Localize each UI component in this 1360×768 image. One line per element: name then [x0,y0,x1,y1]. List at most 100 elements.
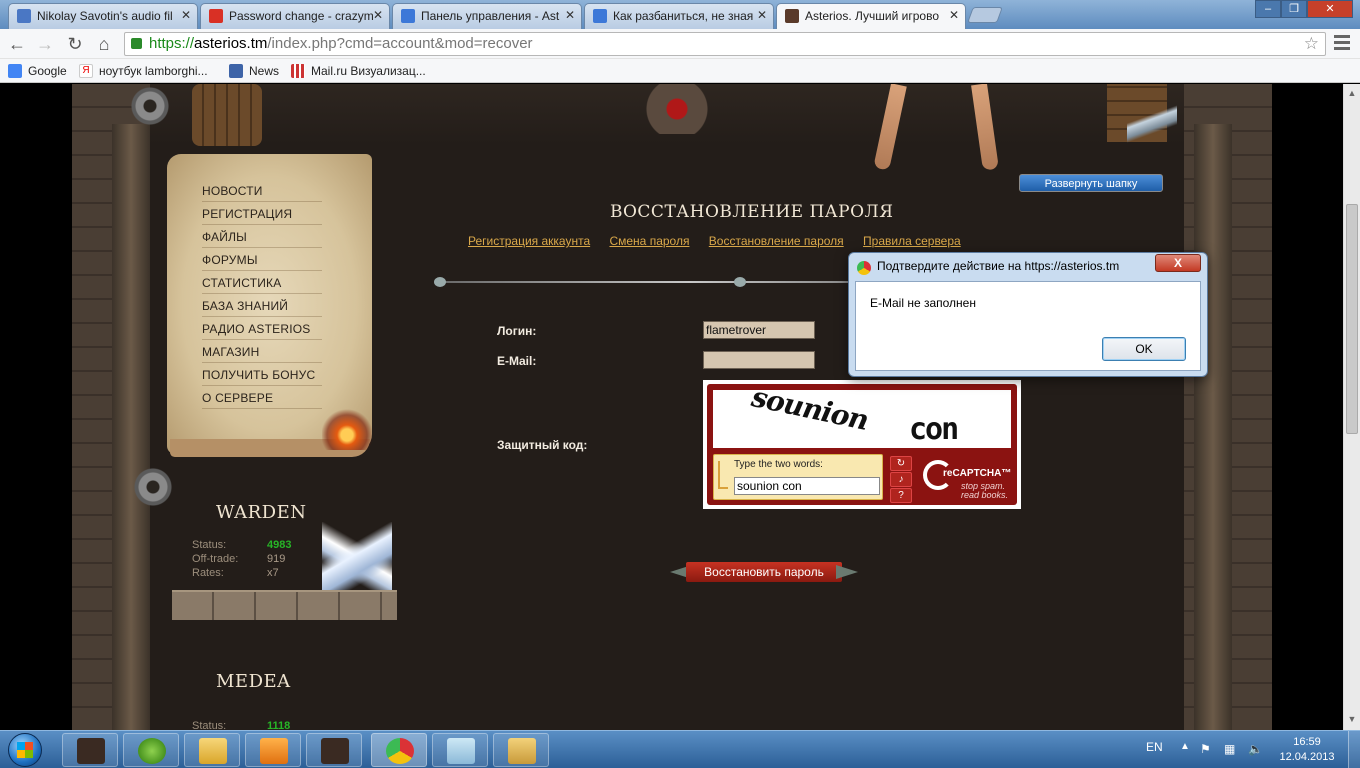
link-recover-password[interactable]: Восстановление пароля [709,234,844,248]
tab-title: Как разбаниться, не зная [613,9,754,23]
bookmark-star-icon[interactable]: ☆ [1304,33,1319,55]
clock-date: 12.04.2013 [1279,751,1335,763]
status-value: 1118 [267,720,291,730]
show-hidden-icons-icon[interactable]: ▲ [1180,741,1190,752]
refresh-icon[interactable]: ↻ [890,456,912,471]
address-bar[interactable]: https://asterios.tm/index.php?cmd=accoun… [124,32,1326,56]
link-change-password[interactable]: Смена пароля [609,234,689,248]
bookmark-mailru[interactable]: Mail.ru Визуализац... [291,63,426,79]
taskbar-media-player[interactable] [245,733,301,767]
status-label: Status: [192,539,227,551]
new-tab-button[interactable] [967,7,1003,23]
tab-audio[interactable]: Nikolay Savotin's audio fil ✕ [8,3,198,29]
tab-title: Панель управления - Ast [421,9,560,23]
taskbar-chrome[interactable] [371,733,427,767]
volume-icon[interactable]: 🔈 [1248,742,1263,756]
gmail-favicon-icon [209,9,223,23]
account-links: Регистрация аккаунта Смена пароля Восста… [468,234,977,248]
captcha-word-2: con [909,412,959,447]
close-tab-icon[interactable]: ✕ [181,8,191,22]
captcha-input[interactable]: sounion con [734,477,880,495]
captcha-label: Защитный код: [497,438,588,452]
close-tab-icon[interactable]: ✕ [373,8,383,22]
tab-password-change[interactable]: Password change - crazym ✕ [200,3,390,29]
gear-icon [130,464,176,510]
bookmark-label: News [249,64,280,78]
windows-media-center-icon [138,738,166,764]
nav-item-get-bonus[interactable]: ПОЛУЧИТЬ БОНУС [202,363,322,386]
dialog-content: E-Mail не заполнен OK [855,281,1201,371]
dialog-message: E-Mail не заполнен [870,296,976,310]
chrome-menu-icon[interactable] [1334,35,1350,51]
close-tab-icon[interactable]: ✕ [757,8,767,22]
lineage-icon [321,738,349,764]
taskbar-lineage-app-2[interactable] [306,733,362,767]
scrollbar-thumb[interactable] [1346,204,1358,434]
media-player-icon [260,738,288,764]
audio-icon[interactable]: ♪ [890,472,912,487]
nav-item-radio[interactable]: РАДИО ASTERIOS [202,317,322,340]
alert-dialog: Подтвердите действие на https://asterios… [848,252,1208,377]
scroll-up-icon[interactable]: ▲ [1347,88,1357,98]
dialog-close-button[interactable]: X [1155,254,1201,272]
expand-header-button[interactable]: Развернуть шапку [1019,174,1163,192]
show-desktop-button[interactable] [1348,731,1360,768]
nav-item-knowledge-base[interactable]: БАЗА ЗНАНИЙ [202,294,322,317]
reload-icon[interactable]: ↻ [64,33,86,55]
dialog-title: Подтвердите действие на https://asterios… [877,259,1120,273]
nav-item-shop[interactable]: МАГАЗИН [202,340,322,363]
link-register-account[interactable]: Регистрация аккаунта [468,234,590,248]
tab-title: Nikolay Savotin's audio fil [37,9,173,23]
taskbar-notes[interactable] [432,733,488,767]
avatar-icon [508,738,536,764]
close-tab-icon[interactable]: ✕ [565,8,575,22]
tab-asterios[interactable]: Asterios. Лучший игрово ✕ [776,3,966,29]
nav-item-registration[interactable]: РЕГИСТРАЦИЯ [202,202,322,225]
bookmark-google[interactable]: Google [8,63,67,79]
login-input[interactable]: flametrover [703,321,815,339]
bookmark-label: Google [28,64,67,78]
tab-title: Asterios. Лучший игрово [805,9,939,23]
ok-button[interactable]: OK [1102,337,1186,361]
bookmark-news[interactable]: News [229,63,279,79]
status-label: Status: [192,720,227,730]
forward-arrow-icon[interactable]: → [34,33,56,55]
help-icon[interactable]: ? [890,488,912,503]
tab-control-panel[interactable]: Панель управления - Ast ✕ [392,3,582,29]
pillar-right [1194,124,1232,730]
home-icon[interactable]: ⌂ [93,33,115,55]
page-scrollbar[interactable]: ▲ ▼ [1343,84,1360,730]
nav-item-about-server[interactable]: О СЕРВЕРЕ [202,386,322,409]
bookmarks-bar: Google Я ноутбук lamborghi... News Mail.… [0,59,1360,83]
nav-item-files[interactable]: ФАЙЛЫ [202,225,322,248]
google-icon [8,64,22,78]
taskbar-explorer[interactable] [184,733,240,767]
taskbar-lineage-app[interactable] [62,733,118,767]
language-indicator[interactable]: EN [1146,740,1163,754]
lock-icon [131,38,142,49]
start-button[interactable] [4,731,48,768]
clock[interactable]: 16:59 12.04.2013 [1276,735,1338,765]
minimize-button[interactable]: – [1255,0,1281,18]
back-arrow-icon[interactable]: ← [6,33,28,55]
taskbar-ie[interactable] [123,733,179,767]
window-close-button[interactable]: ✕ [1307,0,1353,18]
nav-item-forums[interactable]: ФОРУМЫ [202,248,322,271]
recover-password-button[interactable]: Восстановить пароль [670,562,858,582]
tab-unban[interactable]: Как разбаниться, не зная ✕ [584,3,774,29]
taskbar: EN ▲ ⚑ ▦ 🔈 16:59 12.04.2013 [0,730,1360,768]
scroll-down-icon[interactable]: ▼ [1347,714,1357,724]
action-center-icon[interactable]: ⚑ [1200,742,1214,756]
network-icon[interactable]: ▦ [1224,742,1238,756]
close-tab-icon[interactable]: ✕ [949,8,959,22]
taskbar-avatar-app[interactable] [493,733,549,767]
site-favicon-icon [401,9,415,23]
page-title: ВОССТАНОВЛЕНИЕ ПАРОЛЯ [610,202,894,222]
bookmark-laptop[interactable]: Я ноутбук lamborghi... [79,63,208,79]
email-input[interactable] [703,351,815,369]
nav-item-statistics[interactable]: СТАТИСТИКА [202,271,322,294]
nav-item-news[interactable]: НОВОСТИ [202,179,322,202]
maximize-button[interactable]: ❐ [1281,0,1307,18]
link-server-rules[interactable]: Правила сервера [863,234,961,248]
pause-favicon-icon [17,9,31,23]
